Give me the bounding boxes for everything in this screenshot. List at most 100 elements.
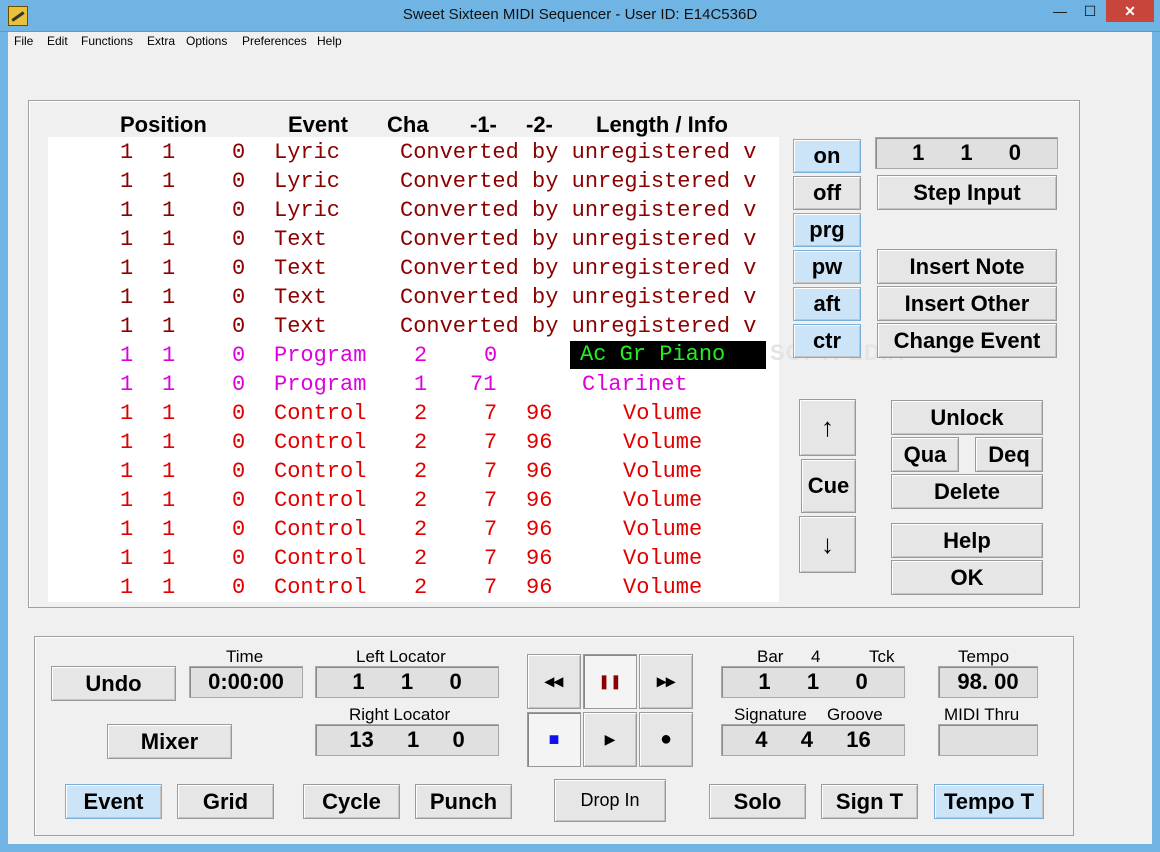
stop-icon: ■: [548, 729, 560, 749]
cell-info: Converted by unregistered v: [400, 314, 757, 339]
cell-beat: 1: [162, 198, 176, 223]
mixer-button[interactable]: Mixer: [107, 724, 232, 759]
record-button[interactable]: ●: [639, 712, 693, 767]
stop-button[interactable]: ■: [527, 712, 581, 767]
cell-d2: 96: [526, 517, 553, 542]
bar-label: Bar: [757, 647, 784, 666]
change-event-button[interactable]: Change Event: [877, 323, 1057, 358]
cue-button[interactable]: Cue: [801, 459, 856, 513]
table-row[interactable]: 1 1 0 Control 2 7 96 Volume: [48, 573, 779, 602]
table-row[interactable]: 1 1 0 Text Converted by unregistered v: [48, 312, 779, 341]
maximize-button[interactable]: ☐: [1075, 0, 1105, 22]
step-input-button[interactable]: Step Input: [877, 175, 1057, 210]
fast-forward-button[interactable]: ▸▸: [639, 654, 693, 709]
menu-options[interactable]: Options: [186, 34, 227, 48]
solo-button[interactable]: Solo: [709, 784, 806, 819]
table-row[interactable]: 1 1 0 Control 2 7 96 Volume: [48, 399, 779, 428]
table-row[interactable]: 1 1 0 Control 2 7 96 Volume: [48, 486, 779, 515]
selected-cell-highlight[interactable]: Ac Gr Piano: [570, 341, 766, 369]
menu-edit[interactable]: Edit: [47, 34, 68, 48]
quantize-button[interactable]: Qua: [891, 437, 959, 472]
event-mode-button[interactable]: Event: [65, 784, 162, 819]
table-row[interactable]: 1 1 0 Lyric Converted by unregistered v: [48, 196, 779, 225]
time-value: 0:00:00: [208, 669, 284, 694]
cell-d1: 7: [484, 401, 498, 426]
cycle-button[interactable]: Cycle: [303, 784, 400, 819]
filter-ctr-button[interactable]: ctr: [793, 324, 861, 358]
midi-thru-label: MIDI Thru: [944, 705, 1020, 724]
bar-position-readout[interactable]: 1 1 0: [721, 666, 905, 698]
delete-button[interactable]: Delete: [891, 474, 1043, 509]
ok-button[interactable]: OK: [891, 560, 1043, 595]
table-row[interactable]: 1 1 0 Lyric Converted by unregistered v: [48, 167, 779, 196]
table-row[interactable]: 1 1 0 Control 2 7 96 Volume: [48, 428, 779, 457]
cell-info: Converted by unregistered v: [400, 285, 757, 310]
tempo-readout[interactable]: 98. 00: [938, 666, 1038, 698]
rewind-button[interactable]: ◂◂: [527, 654, 581, 709]
table-row[interactable]: 1 1 0 Text Converted by unregistered v: [48, 225, 779, 254]
groove-value: 16: [846, 727, 871, 752]
cell-d2: 96: [526, 488, 553, 513]
cell-info: Volume: [623, 459, 703, 484]
filter-prg-button[interactable]: prg: [793, 213, 861, 247]
cell-event: Program: [274, 343, 367, 368]
undo-button[interactable]: Undo: [51, 666, 176, 701]
close-button[interactable]: ✕: [1106, 0, 1154, 22]
cell-d1: 7: [484, 575, 498, 600]
filter-on-button[interactable]: on: [793, 139, 861, 173]
cell-beat: 1: [162, 517, 176, 542]
scroll-up-button[interactable]: ↑: [799, 399, 856, 456]
menu-file[interactable]: File: [14, 34, 33, 48]
cell-event: Program: [274, 372, 367, 397]
cell-d1: 7: [484, 430, 498, 455]
unlock-button[interactable]: Unlock: [891, 400, 1043, 435]
menu-functions[interactable]: Functions: [81, 34, 133, 48]
bar-pos-bar: 1: [758, 669, 771, 694]
insert-other-button[interactable]: Insert Other: [877, 286, 1057, 321]
table-row[interactable]: 1 1 0 Control 2 7 96 Volume: [48, 457, 779, 486]
insert-note-button[interactable]: Insert Note: [877, 249, 1057, 284]
midi-thru-field[interactable]: [938, 724, 1038, 756]
help-button[interactable]: Help: [891, 523, 1043, 558]
table-row[interactable]: 1 1 0 Control 2 7 96 Volume: [48, 515, 779, 544]
signature-readout[interactable]: 4 4 16: [721, 724, 905, 756]
cell-beat: 1: [162, 430, 176, 455]
grid-mode-button[interactable]: Grid: [177, 784, 274, 819]
menu-extra[interactable]: Extra: [147, 34, 175, 48]
cell-info: Clarinet: [582, 372, 688, 397]
filter-off-button[interactable]: off: [793, 176, 861, 210]
right-locator-label: Right Locator: [349, 705, 451, 724]
tempo-value: 98. 00: [957, 669, 1019, 694]
tck-label: Tck: [869, 647, 895, 666]
cell-tick: 0: [232, 430, 246, 455]
punch-button[interactable]: Punch: [415, 784, 512, 819]
left-locator-readout[interactable]: 1 1 0: [315, 666, 499, 698]
right-locator-readout[interactable]: 13 1 0: [315, 724, 499, 756]
table-row[interactable]: 1 1 0 Lyric Converted by unregistered v: [48, 138, 779, 167]
scroll-down-button[interactable]: ↓: [799, 516, 856, 573]
dequantize-button[interactable]: Deq: [975, 437, 1043, 472]
table-row[interactable]: 1 1 0 Text Converted by unregistered v: [48, 283, 779, 312]
drop-in-button[interactable]: Drop In: [554, 779, 666, 822]
menu-preferences[interactable]: Preferences: [242, 34, 307, 48]
cell-event: Control: [274, 546, 367, 571]
tempo-track-button[interactable]: Tempo T: [934, 784, 1044, 819]
cell-tick: 0: [232, 459, 246, 484]
menu-help[interactable]: Help: [317, 34, 342, 48]
filter-aft-button[interactable]: aft: [793, 287, 861, 321]
cell-event: Text: [274, 256, 327, 281]
table-row[interactable]: 1 1 0 Control 2 7 96 Volume: [48, 544, 779, 573]
table-row[interactable]: 1 1 0 Text Converted by unregistered v: [48, 254, 779, 283]
rewind-icon: ◂◂: [544, 671, 564, 691]
table-row[interactable]: 1 1 0 Program 1 71 Clarinet: [48, 370, 779, 399]
filter-pw-button[interactable]: pw: [793, 250, 861, 284]
play-button[interactable]: ▶: [583, 712, 637, 767]
cell-tick: 0: [232, 517, 246, 542]
cell-event: Text: [274, 227, 327, 252]
tempo-label: Tempo: [958, 647, 1010, 666]
arrow-down-icon: ↓: [821, 529, 834, 559]
sign-track-button[interactable]: Sign T: [821, 784, 918, 819]
pause-button[interactable]: ❚❚: [583, 654, 637, 709]
minimize-button[interactable]: —: [1045, 0, 1075, 22]
record-icon: ●: [659, 728, 673, 750]
